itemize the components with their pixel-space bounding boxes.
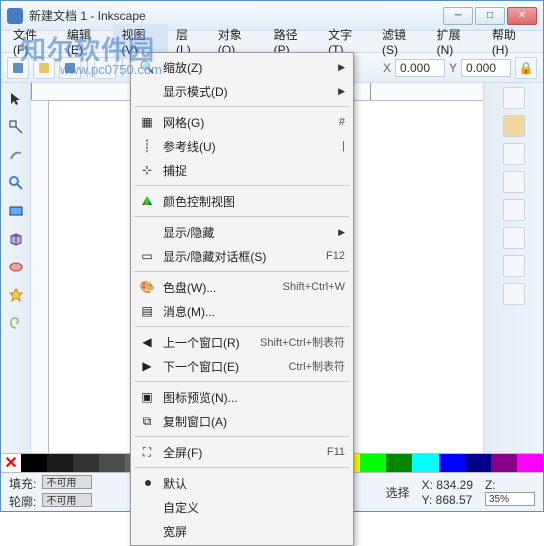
- message-icon: ▤: [138, 302, 156, 320]
- open-button[interactable]: [33, 57, 55, 79]
- swatch[interactable]: [21, 454, 47, 472]
- left-toolbox: [1, 83, 31, 453]
- selector-tool[interactable]: [4, 87, 28, 111]
- menu-edit[interactable]: 编辑(E): [59, 24, 114, 59]
- zoom-label: Z:: [485, 478, 496, 492]
- swatch[interactable]: [491, 454, 517, 472]
- palette-icon: 🎨: [138, 278, 156, 296]
- menu-fullscreen[interactable]: ⛶全屏(F)F11: [133, 440, 351, 464]
- menu-zoom[interactable]: 🔍缩放(Z)▶: [133, 55, 351, 79]
- menu-filters[interactable]: 滤镜(S): [374, 24, 429, 59]
- paste-icon[interactable]: [503, 199, 525, 221]
- snap-toggle[interactable]: [503, 87, 525, 109]
- zoom-value[interactable]: 35%: [485, 492, 535, 506]
- menu-custom-view[interactable]: 自定义: [133, 495, 351, 519]
- next-window-icon: ▶: [138, 357, 156, 375]
- menu-show-hide[interactable]: 显示/隐藏▶: [133, 220, 351, 244]
- cursor-x-value: 834.29: [436, 478, 473, 492]
- view-dropdown: 🔍缩放(Z)▶ 显示模式(D)▶ ▦网格(G)# ┊参考线(U)| ⊹捕捉 颜色…: [130, 52, 354, 546]
- swatch[interactable]: [360, 454, 386, 472]
- menu-prev-window[interactable]: ◀上一个窗口(R)Shift+Ctrl+制表符: [133, 330, 351, 354]
- menu-messages[interactable]: ▤消息(M)...: [133, 299, 351, 323]
- y-label: Y: [449, 61, 457, 75]
- snap-icon: ⊹: [138, 161, 156, 179]
- dialog-icon: ▭: [138, 247, 156, 265]
- minimize-button[interactable]: ─: [443, 7, 473, 25]
- cursor-y-value: 868.57: [436, 493, 473, 507]
- zoom-tool[interactable]: [4, 171, 28, 195]
- x-label: X: [383, 61, 391, 75]
- menu-swatches[interactable]: 🎨色盘(W)...Shift+Ctrl+W: [133, 275, 351, 299]
- rect-tool[interactable]: [4, 199, 28, 223]
- swatch[interactable]: [386, 454, 412, 472]
- menu-duplicate-window[interactable]: ⧉复制窗口(A): [133, 409, 351, 433]
- 3dbox-tool[interactable]: [4, 227, 28, 251]
- star-tool[interactable]: [4, 283, 28, 307]
- menu-guides[interactable]: ┊参考线(U)|: [133, 134, 351, 158]
- menu-icon-preview[interactable]: ▣图标预览(N)...: [133, 385, 351, 409]
- fill-value[interactable]: 不可用: [42, 475, 92, 489]
- duplicate-icon: ⧉: [138, 412, 156, 430]
- guide-icon: ┊: [138, 137, 156, 155]
- spiral-tool[interactable]: [4, 311, 28, 335]
- swatch[interactable]: [73, 454, 99, 472]
- menu-extensions[interactable]: 扩展(N): [429, 24, 484, 59]
- color-triangle-icon: [138, 192, 156, 210]
- menu-show-hide-dialogs[interactable]: ▭显示/隐藏对话框(S)F12: [133, 244, 351, 268]
- menu-default-view[interactable]: 默认: [133, 471, 351, 495]
- redo-icon[interactable]: [503, 283, 525, 305]
- lock-icon[interactable]: 🔒: [515, 57, 537, 79]
- menu-snap[interactable]: ⊹捕捉: [133, 158, 351, 182]
- node-tool[interactable]: [4, 115, 28, 139]
- cursor-x-label: X:: [422, 478, 433, 492]
- right-toolbox: [483, 83, 543, 453]
- swatch[interactable]: [517, 454, 543, 472]
- close-button[interactable]: ✕: [507, 7, 537, 25]
- window-title: 新建文档 1 - Inkscape: [29, 7, 443, 24]
- menu-display-mode[interactable]: 显示模式(D)▶: [133, 79, 351, 103]
- undo-icon[interactable]: [503, 255, 525, 277]
- cursor-y-label: Y:: [422, 493, 433, 507]
- snap-bbox[interactable]: [503, 115, 525, 137]
- select-label: 选择: [386, 484, 410, 501]
- no-color-swatch[interactable]: ✕: [1, 454, 21, 472]
- menu-wide-view[interactable]: 宽屏: [133, 519, 351, 543]
- zoom-icon: 🔍: [138, 58, 156, 76]
- prev-window-icon: ◀: [138, 333, 156, 351]
- menu-help[interactable]: 帮助(H): [484, 24, 539, 59]
- stroke-value[interactable]: 不可用: [42, 493, 92, 507]
- grid-icon: ▦: [138, 113, 156, 131]
- swatch[interactable]: [47, 454, 73, 472]
- swatch[interactable]: [412, 454, 438, 472]
- ellipse-tool[interactable]: [4, 255, 28, 279]
- menu-next-window[interactable]: ▶下一个窗口(E)Ctrl+制表符: [133, 354, 351, 378]
- menubar: 文件(F) 编辑(E) 视图(V) 层(L) 对象(O) 路径(P) 文字(T)…: [1, 31, 543, 53]
- radio-dot-icon: [145, 480, 151, 486]
- fill-label: 填充:: [9, 475, 36, 492]
- maximize-button[interactable]: □: [475, 7, 505, 25]
- preview-icon: ▣: [138, 388, 156, 406]
- print-button[interactable]: [94, 57, 116, 79]
- app-icon: [7, 8, 23, 24]
- snap-node[interactable]: [503, 143, 525, 165]
- menu-grid[interactable]: ▦网格(G)#: [133, 110, 351, 134]
- y-input[interactable]: 0.000: [461, 59, 511, 77]
- fullscreen-icon: ⛶: [138, 443, 156, 461]
- menu-file[interactable]: 文件(F): [5, 24, 59, 59]
- menu-color-managed[interactable]: 颜色控制视图: [133, 189, 351, 213]
- new-doc-button[interactable]: [7, 57, 29, 79]
- swatch[interactable]: [439, 454, 465, 472]
- ruler-vertical: [31, 101, 49, 453]
- swatch[interactable]: [465, 454, 491, 472]
- copy-icon[interactable]: [503, 171, 525, 193]
- tweak-tool[interactable]: [4, 143, 28, 167]
- stroke-label: 轮廓:: [9, 493, 36, 510]
- cut-icon[interactable]: [503, 227, 525, 249]
- save-button[interactable]: [59, 57, 81, 79]
- swatch[interactable]: [99, 454, 125, 472]
- x-input[interactable]: 0.000: [395, 59, 445, 77]
